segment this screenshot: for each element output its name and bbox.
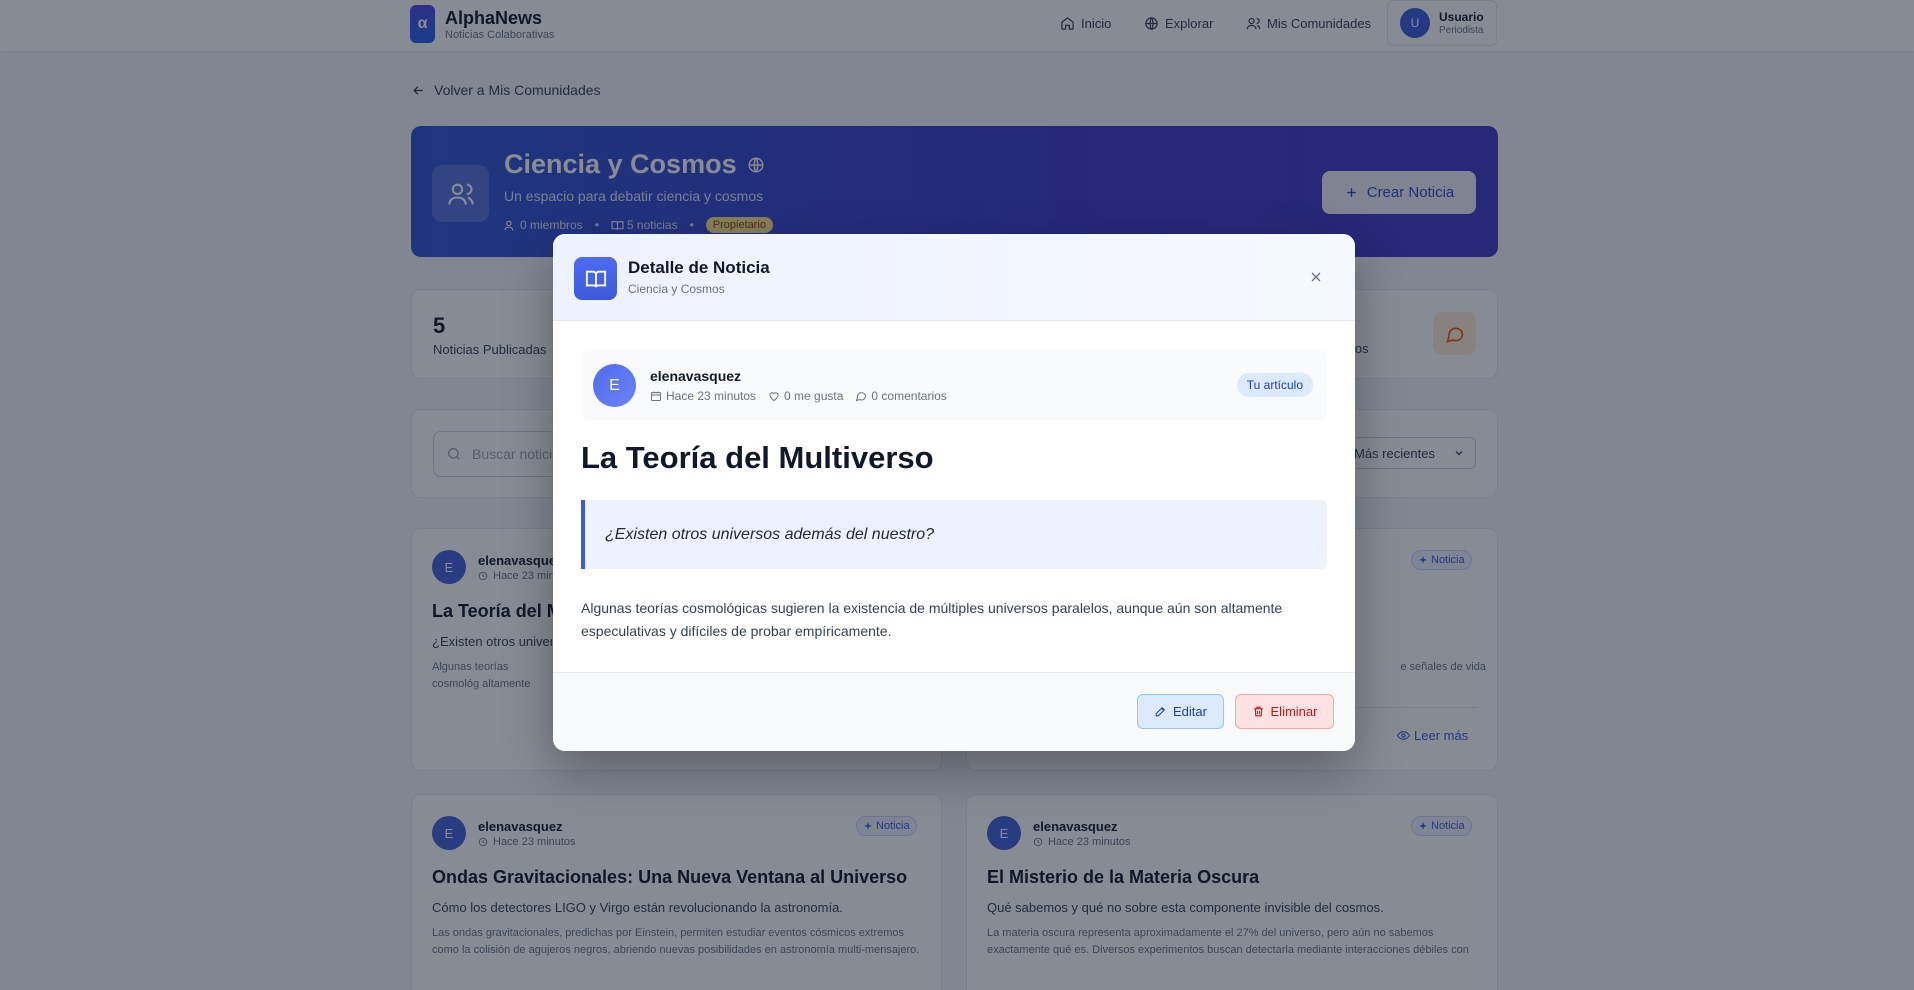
article-meta: Hace 23 minutos 0 me gusta 0 comentarios bbox=[650, 389, 947, 403]
modal-footer: Editar Eliminar bbox=[553, 672, 1355, 751]
trash-icon bbox=[1253, 706, 1263, 717]
modal-title: Detalle de Noticia bbox=[628, 258, 770, 277]
modal-subtitle: Ciencia y Cosmos bbox=[628, 282, 725, 296]
pencil-icon bbox=[1155, 706, 1166, 717]
delete-label: Eliminar bbox=[1270, 704, 1318, 719]
close-button[interactable] bbox=[1306, 267, 1326, 287]
delete-button[interactable]: Eliminar bbox=[1235, 694, 1334, 729]
article-title: La Teoría del Multiverso bbox=[581, 440, 934, 475]
author-info: E elenavasquez Hace 23 minutos 0 me gust… bbox=[581, 350, 1327, 420]
edit-button[interactable]: Editar bbox=[1137, 694, 1224, 729]
edit-label: Editar bbox=[1173, 704, 1207, 719]
comments-count: 0 comentarios bbox=[871, 389, 947, 403]
avatar: E bbox=[593, 364, 636, 407]
book-open-icon bbox=[574, 257, 617, 300]
close-icon bbox=[1311, 272, 1321, 282]
own-article-badge: Tu artículo bbox=[1236, 373, 1313, 397]
modal-header: Detalle de Noticia Ciencia y Cosmos bbox=[553, 234, 1355, 321]
message-circle-icon bbox=[856, 392, 867, 402]
likes-count: 0 me gusta bbox=[784, 389, 844, 403]
heart-icon bbox=[769, 392, 779, 402]
article-body: Algunas teorías cosmológicas sugieren la… bbox=[581, 600, 1283, 639]
calendar-icon bbox=[651, 391, 661, 401]
article-quote: ¿Existen otros universos además del nues… bbox=[581, 500, 1327, 569]
news-detail-modal: Detalle de Noticia Ciencia y Cosmos E el… bbox=[553, 234, 1355, 751]
author-name: elenavasquez bbox=[650, 368, 742, 384]
article-time: Hace 23 minutos bbox=[666, 389, 757, 403]
